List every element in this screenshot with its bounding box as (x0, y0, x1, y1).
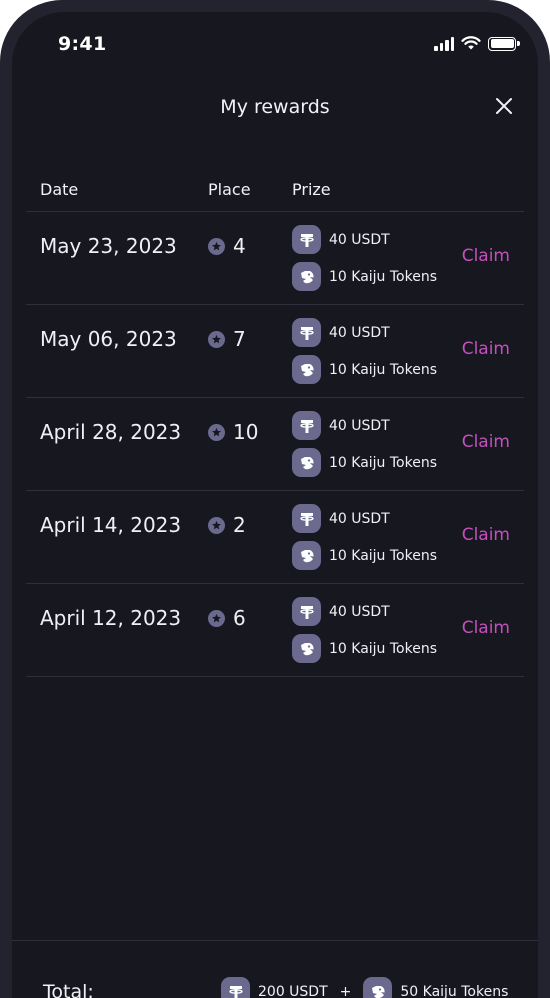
column-header-place: Place (208, 180, 251, 199)
reward-place: 2 (208, 513, 246, 537)
place-value: 10 (233, 420, 259, 444)
kaiju-token-icon (292, 355, 321, 384)
column-header-date: Date (40, 180, 79, 199)
place-value: 6 (233, 606, 246, 630)
claim-button[interactable]: Claim (462, 525, 510, 545)
kaiju-token-icon (292, 448, 321, 477)
place-value: 2 (233, 513, 246, 537)
total-footer: Total: 200 USDT + 50 Kaiju Tokens (12, 940, 538, 998)
claim-button[interactable]: Claim (462, 618, 510, 638)
close-button[interactable] (492, 94, 516, 118)
tether-icon (292, 225, 321, 254)
tether-icon (292, 504, 321, 533)
cellular-signal-icon (434, 36, 454, 51)
prize-kaiju: 10 Kaiju Tokens (292, 262, 437, 291)
reward-date: April 28, 2023 (40, 420, 182, 444)
reward-date: April 14, 2023 (40, 513, 182, 537)
prize-usdt: 40 USDT (292, 411, 390, 440)
page-title: My rewards (220, 96, 330, 118)
column-header-prize: Prize (292, 180, 331, 199)
prize-usdt: 40 USDT (292, 225, 390, 254)
reward-place: 4 (208, 234, 246, 258)
prize-kaiju-amount: 10 Kaiju Tokens (329, 547, 438, 564)
status-icons (434, 36, 520, 51)
status-time: 9:41 (58, 33, 107, 55)
prize-kaiju: 10 Kaiju Tokens (292, 448, 437, 477)
reward-place: 6 (208, 606, 246, 630)
total-usdt: 200 USDT (258, 983, 328, 998)
star-icon (208, 330, 225, 348)
phone-frame: 9:41 My rewards Date Place Prize May 23,… (0, 0, 550, 998)
tether-icon (221, 977, 250, 998)
table-row: May 06, 2023 7 40 USDT 10 Kaiju Tokens Claim (26, 305, 524, 398)
claim-button[interactable]: Claim (462, 432, 510, 452)
prize-kaiju-amount: 10 Kaiju Tokens (329, 361, 438, 378)
app-screen: 9:41 My rewards Date Place Prize May 23,… (12, 12, 538, 998)
prize-usdt-amount: 40 USDT (329, 417, 390, 434)
kaiju-token-icon (292, 634, 321, 663)
prize-usdt: 40 USDT (292, 597, 390, 626)
star-icon (208, 609, 225, 627)
prize-kaiju: 10 Kaiju Tokens (292, 355, 437, 384)
prize-kaiju: 10 Kaiju Tokens (292, 634, 437, 663)
reward-date: May 06, 2023 (40, 327, 177, 351)
prize-kaiju-amount: 10 Kaiju Tokens (329, 268, 438, 285)
total-plus-sign: + (339, 983, 352, 998)
tether-icon (292, 597, 321, 626)
reward-date: May 23, 2023 (40, 234, 177, 258)
rewards-table-header: Date Place Prize (26, 180, 524, 212)
place-value: 7 (233, 327, 246, 351)
table-row: April 12, 2023 6 40 USDT 10 Kaiju Tokens Cla… (26, 584, 524, 677)
star-icon (208, 237, 225, 255)
prize-kaiju-amount: 10 Kaiju Tokens (329, 640, 438, 657)
prize-kaiju: 10 Kaiju Tokens (292, 541, 437, 570)
prize-usdt: 40 USDT (292, 318, 390, 347)
total-label: Total: (43, 981, 94, 998)
kaiju-token-icon (292, 541, 321, 570)
reward-date: April 12, 2023 (40, 606, 182, 630)
table-row: May 23, 2023 4 40 USDT 10 Kaiju Tokens Claim (26, 212, 524, 305)
tether-icon (292, 318, 321, 347)
table-row: April 28, 2023 10 40 USDT 10 Kaiju Tokens Cl… (26, 398, 524, 491)
tether-icon (292, 411, 321, 440)
prize-usdt-amount: 40 USDT (329, 510, 390, 527)
star-icon (208, 423, 225, 441)
wifi-icon (461, 36, 481, 50)
kaiju-token-icon (292, 262, 321, 291)
prize-usdt-amount: 40 USDT (329, 603, 390, 620)
battery-icon (488, 36, 520, 51)
kaiju-token-icon (363, 977, 393, 998)
prize-usdt: 40 USDT (292, 504, 390, 533)
table-row: April 14, 2023 2 40 USDT 10 Kaiju Tokens Cla… (26, 491, 524, 584)
total-values: 200 USDT + 50 Kaiju Tokens (221, 977, 508, 998)
close-icon (496, 98, 512, 114)
status-bar: 9:41 (12, 12, 538, 76)
claim-button[interactable]: Claim (462, 246, 510, 266)
total-kaiju: 50 Kaiju Tokens (400, 983, 509, 998)
reward-place: 10 (208, 420, 258, 444)
prize-kaiju-amount: 10 Kaiju Tokens (329, 454, 438, 471)
prize-usdt-amount: 40 USDT (329, 324, 390, 341)
star-icon (208, 516, 225, 534)
claim-button[interactable]: Claim (462, 339, 510, 359)
place-value: 4 (233, 234, 246, 258)
reward-place: 7 (208, 327, 246, 351)
prize-usdt-amount: 40 USDT (329, 231, 390, 248)
